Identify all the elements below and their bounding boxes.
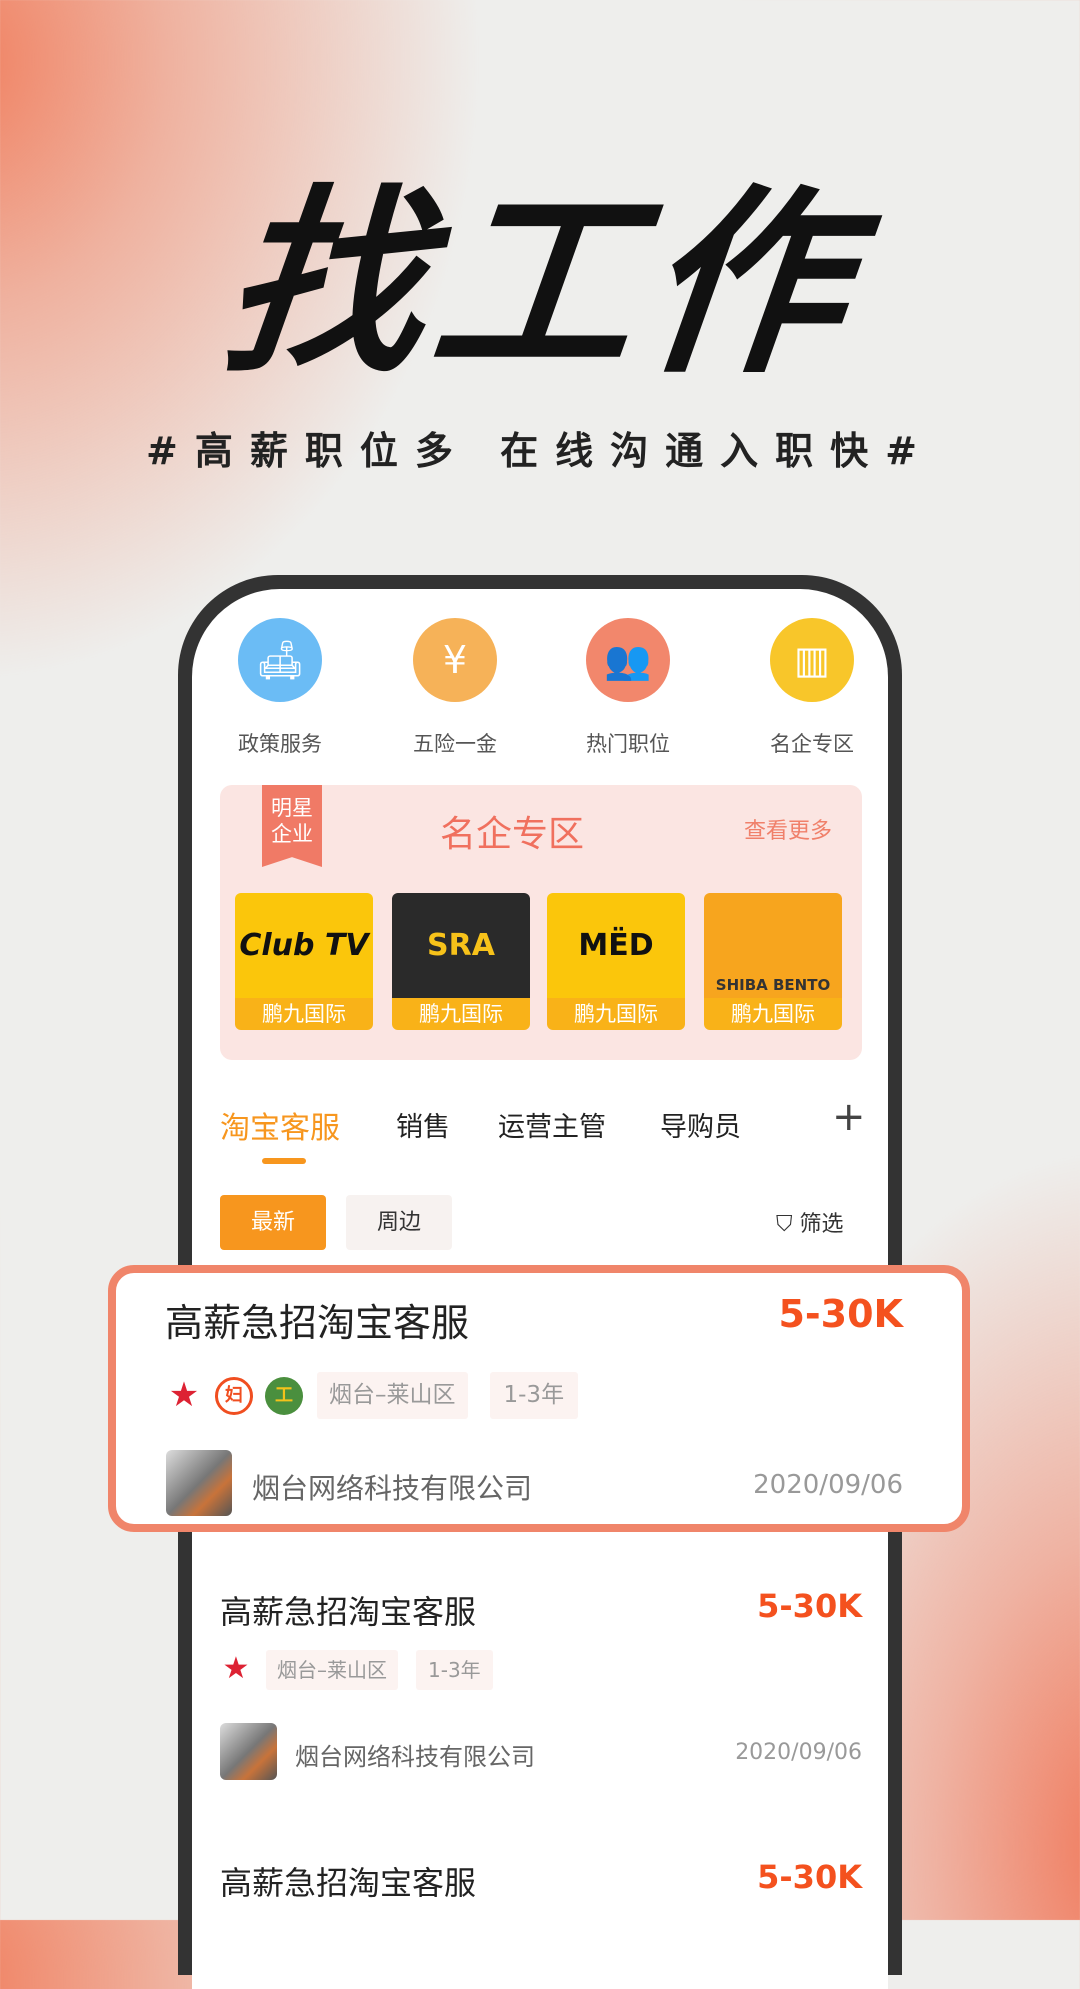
quick-policy-services[interactable]: 🛋 政策服务 <box>195 618 365 758</box>
filter-button[interactable]: ⛉ 筛选 <box>776 1206 844 1238</box>
hero-subtitle: #高薪职位多 在线沟通入职快# <box>146 429 934 473</box>
job-salary: 5-30K <box>757 1858 862 1896</box>
add-tab-icon[interactable]: + <box>832 1094 866 1140</box>
company-logo-card[interactable]: Club TV 鹏九国际 <box>235 893 373 1030</box>
labor-union-icon: 工 <box>265 1376 303 1415</box>
company-name: 鹏九国际 <box>235 998 373 1030</box>
location-tag: 烟台–莱山区 <box>266 1650 398 1690</box>
location-tag: 烟台–莱山区 <box>317 1372 468 1419</box>
job-title: 高薪急招淘宝客服 <box>220 1864 477 1902</box>
quick-famous-companies[interactable]: ▥ 名企专区 <box>727 618 897 758</box>
quick-label: 名企专区 <box>770 732 854 756</box>
post-date: 2020/09/06 <box>753 1470 903 1500</box>
filter-latest[interactable]: 最新 <box>220 1195 326 1250</box>
quick-insurance[interactable]: ¥ 五险一金 <box>370 618 540 758</box>
logo-image: MËD <box>547 893 685 998</box>
experience-tag: 1-3年 <box>489 1372 579 1419</box>
tab-sales[interactable]: 销售 <box>396 1105 450 1144</box>
company-name: 鹏九国际 <box>547 998 685 1030</box>
tab-taobao-service[interactable]: 淘宝客服 <box>220 1103 340 1147</box>
people-icon: 👥 <box>586 618 670 702</box>
company-logo-card[interactable]: SHIBA BENTO 鹏九国际 <box>704 893 842 1030</box>
company-avatar <box>220 1723 277 1780</box>
job-title: 高薪急招淘宝客服 <box>220 1593 477 1631</box>
quick-hot-jobs[interactable]: 👥 热门职位 <box>543 618 713 758</box>
company-logo-card[interactable]: SRA 鹏九国际 <box>392 893 530 1030</box>
party-star-icon: ★ <box>168 1374 200 1415</box>
quick-label: 五险一金 <box>413 732 497 756</box>
building-icon: ▥ <box>770 618 854 702</box>
filter-nearby[interactable]: 周边 <box>346 1195 452 1250</box>
job-title: 高薪急招淘宝客服 <box>165 1301 470 1345</box>
quick-label: 热门职位 <box>586 732 670 756</box>
sofa-icon: 🛋 <box>238 618 322 702</box>
experience-tag: 1-3年 <box>416 1650 493 1690</box>
yen-ticket-icon: ¥ <box>413 618 497 702</box>
quick-label: 政策服务 <box>238 732 322 756</box>
company-name: 烟台网络科技有限公司 <box>295 1743 535 1771</box>
view-more-link[interactable]: 查看更多 <box>744 813 832 845</box>
logo-image: SHIBA BENTO <box>704 893 842 998</box>
company-avatar <box>166 1450 232 1516</box>
womens-federation-icon: 妇 <box>215 1376 253 1415</box>
hero-title: 找工作 <box>212 168 868 401</box>
company-logo-card[interactable]: MËD 鹏九国际 <box>547 893 685 1030</box>
post-date: 2020/09/06 <box>735 1740 862 1765</box>
logo-image: SRA <box>392 893 530 998</box>
job-salary: 5-30K <box>757 1587 862 1625</box>
tab-operations[interactable]: 运营主管 <box>498 1105 606 1144</box>
filter-label: 筛选 <box>799 1212 844 1237</box>
company-name: 鹏九国际 <box>704 998 842 1030</box>
star-company-ribbon: 明星企业 <box>262 785 322 867</box>
logo-image: Club TV <box>235 893 373 998</box>
funnel-icon: ⛉ <box>776 1212 793 1237</box>
tab-shopping-guide[interactable]: 导购员 <box>660 1105 741 1144</box>
banner-title: 名企专区 <box>440 814 585 855</box>
company-name: 鹏九国际 <box>392 998 530 1030</box>
job-salary: 5-30K <box>778 1292 903 1336</box>
active-tab-indicator <box>262 1158 306 1164</box>
company-name: 烟台网络科技有限公司 <box>252 1472 533 1505</box>
party-star-icon: ★ <box>222 1651 250 1686</box>
